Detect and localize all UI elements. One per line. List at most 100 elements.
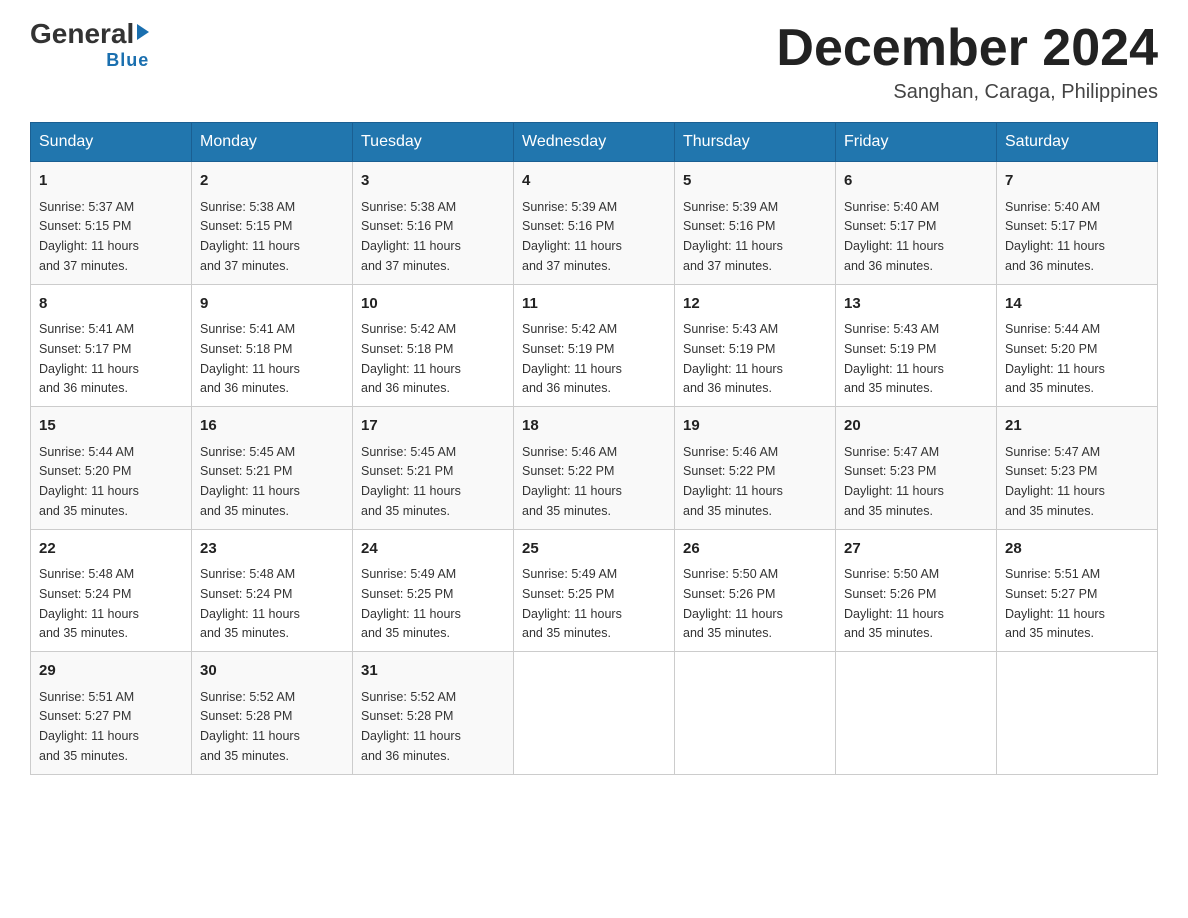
calendar-cell: 3 Sunrise: 5:38 AMSunset: 5:16 PMDayligh… (353, 162, 514, 285)
day-number: 25 (522, 538, 666, 561)
logo-area: General Blue (30, 20, 149, 71)
day-info: Sunrise: 5:44 AMSunset: 5:20 PMDaylight:… (39, 445, 139, 518)
logo-blue-text: Blue (106, 50, 149, 71)
calendar-cell: 25 Sunrise: 5:49 AMSunset: 5:25 PMDaylig… (514, 529, 675, 652)
day-info: Sunrise: 5:47 AMSunset: 5:23 PMDaylight:… (1005, 445, 1105, 518)
day-info: Sunrise: 5:46 AMSunset: 5:22 PMDaylight:… (522, 445, 622, 518)
calendar-cell: 24 Sunrise: 5:49 AMSunset: 5:25 PMDaylig… (353, 529, 514, 652)
header-thursday: Thursday (675, 123, 836, 162)
day-number: 20 (844, 415, 988, 438)
day-info: Sunrise: 5:47 AMSunset: 5:23 PMDaylight:… (844, 445, 944, 518)
calendar-cell: 28 Sunrise: 5:51 AMSunset: 5:27 PMDaylig… (997, 529, 1158, 652)
day-info: Sunrise: 5:45 AMSunset: 5:21 PMDaylight:… (200, 445, 300, 518)
header-tuesday: Tuesday (353, 123, 514, 162)
logo-general-text: General (30, 20, 134, 48)
calendar-cell: 20 Sunrise: 5:47 AMSunset: 5:23 PMDaylig… (836, 407, 997, 530)
location-subtitle: Sanghan, Caraga, Philippines (776, 81, 1158, 104)
day-number: 4 (522, 170, 666, 193)
day-info: Sunrise: 5:51 AMSunset: 5:27 PMDaylight:… (39, 690, 139, 763)
day-number: 29 (39, 660, 183, 683)
day-info: Sunrise: 5:41 AMSunset: 5:18 PMDaylight:… (200, 322, 300, 395)
calendar-cell: 11 Sunrise: 5:42 AMSunset: 5:19 PMDaylig… (514, 284, 675, 407)
day-number: 1 (39, 170, 183, 193)
calendar-cell: 12 Sunrise: 5:43 AMSunset: 5:19 PMDaylig… (675, 284, 836, 407)
day-number: 21 (1005, 415, 1149, 438)
day-number: 18 (522, 415, 666, 438)
calendar-cell (836, 652, 997, 775)
calendar-week-row: 8 Sunrise: 5:41 AMSunset: 5:17 PMDayligh… (31, 284, 1158, 407)
day-number: 9 (200, 293, 344, 316)
header-monday: Monday (192, 123, 353, 162)
calendar-cell: 16 Sunrise: 5:45 AMSunset: 5:21 PMDaylig… (192, 407, 353, 530)
day-number: 6 (844, 170, 988, 193)
day-number: 15 (39, 415, 183, 438)
day-info: Sunrise: 5:38 AMSunset: 5:15 PMDaylight:… (200, 200, 300, 273)
day-info: Sunrise: 5:37 AMSunset: 5:15 PMDaylight:… (39, 200, 139, 273)
day-info: Sunrise: 5:49 AMSunset: 5:25 PMDaylight:… (522, 567, 622, 640)
day-number: 19 (683, 415, 827, 438)
day-info: Sunrise: 5:40 AMSunset: 5:17 PMDaylight:… (844, 200, 944, 273)
day-info: Sunrise: 5:45 AMSunset: 5:21 PMDaylight:… (361, 445, 461, 518)
day-info: Sunrise: 5:51 AMSunset: 5:27 PMDaylight:… (1005, 567, 1105, 640)
calendar-week-row: 15 Sunrise: 5:44 AMSunset: 5:20 PMDaylig… (31, 407, 1158, 530)
calendar-cell: 21 Sunrise: 5:47 AMSunset: 5:23 PMDaylig… (997, 407, 1158, 530)
calendar-cell: 19 Sunrise: 5:46 AMSunset: 5:22 PMDaylig… (675, 407, 836, 530)
day-info: Sunrise: 5:50 AMSunset: 5:26 PMDaylight:… (844, 567, 944, 640)
day-info: Sunrise: 5:52 AMSunset: 5:28 PMDaylight:… (361, 690, 461, 763)
calendar-cell: 31 Sunrise: 5:52 AMSunset: 5:28 PMDaylig… (353, 652, 514, 775)
day-number: 23 (200, 538, 344, 561)
day-info: Sunrise: 5:42 AMSunset: 5:19 PMDaylight:… (522, 322, 622, 395)
month-title: December 2024 (776, 20, 1158, 77)
day-info: Sunrise: 5:43 AMSunset: 5:19 PMDaylight:… (683, 322, 783, 395)
day-number: 10 (361, 293, 505, 316)
calendar-cell: 14 Sunrise: 5:44 AMSunset: 5:20 PMDaylig… (997, 284, 1158, 407)
calendar-cell: 17 Sunrise: 5:45 AMSunset: 5:21 PMDaylig… (353, 407, 514, 530)
title-area: December 2024 Sanghan, Caraga, Philippin… (776, 20, 1158, 104)
calendar-header-row: SundayMondayTuesdayWednesdayThursdayFrid… (31, 123, 1158, 162)
day-number: 3 (361, 170, 505, 193)
day-number: 24 (361, 538, 505, 561)
day-number: 14 (1005, 293, 1149, 316)
calendar-cell: 5 Sunrise: 5:39 AMSunset: 5:16 PMDayligh… (675, 162, 836, 285)
calendar-cell: 13 Sunrise: 5:43 AMSunset: 5:19 PMDaylig… (836, 284, 997, 407)
calendar-week-row: 29 Sunrise: 5:51 AMSunset: 5:27 PMDaylig… (31, 652, 1158, 775)
calendar-cell: 9 Sunrise: 5:41 AMSunset: 5:18 PMDayligh… (192, 284, 353, 407)
calendar-cell: 18 Sunrise: 5:46 AMSunset: 5:22 PMDaylig… (514, 407, 675, 530)
calendar-cell (514, 652, 675, 775)
day-number: 30 (200, 660, 344, 683)
calendar-cell: 23 Sunrise: 5:48 AMSunset: 5:24 PMDaylig… (192, 529, 353, 652)
header-wednesday: Wednesday (514, 123, 675, 162)
calendar-cell (675, 652, 836, 775)
calendar-cell: 4 Sunrise: 5:39 AMSunset: 5:16 PMDayligh… (514, 162, 675, 285)
calendar-cell: 27 Sunrise: 5:50 AMSunset: 5:26 PMDaylig… (836, 529, 997, 652)
day-info: Sunrise: 5:52 AMSunset: 5:28 PMDaylight:… (200, 690, 300, 763)
day-number: 12 (683, 293, 827, 316)
logo-arrow-icon (137, 24, 149, 40)
day-info: Sunrise: 5:39 AMSunset: 5:16 PMDaylight:… (683, 200, 783, 273)
day-info: Sunrise: 5:38 AMSunset: 5:16 PMDaylight:… (361, 200, 461, 273)
calendar-cell: 30 Sunrise: 5:52 AMSunset: 5:28 PMDaylig… (192, 652, 353, 775)
page-header: General Blue December 2024 Sanghan, Cara… (30, 20, 1158, 104)
day-info: Sunrise: 5:41 AMSunset: 5:17 PMDaylight:… (39, 322, 139, 395)
calendar-cell: 2 Sunrise: 5:38 AMSunset: 5:15 PMDayligh… (192, 162, 353, 285)
day-info: Sunrise: 5:50 AMSunset: 5:26 PMDaylight:… (683, 567, 783, 640)
calendar-cell: 22 Sunrise: 5:48 AMSunset: 5:24 PMDaylig… (31, 529, 192, 652)
day-info: Sunrise: 5:48 AMSunset: 5:24 PMDaylight:… (200, 567, 300, 640)
calendar-week-row: 22 Sunrise: 5:48 AMSunset: 5:24 PMDaylig… (31, 529, 1158, 652)
header-friday: Friday (836, 123, 997, 162)
day-number: 27 (844, 538, 988, 561)
day-info: Sunrise: 5:48 AMSunset: 5:24 PMDaylight:… (39, 567, 139, 640)
calendar-table: SundayMondayTuesdayWednesdayThursdayFrid… (30, 122, 1158, 775)
day-info: Sunrise: 5:46 AMSunset: 5:22 PMDaylight:… (683, 445, 783, 518)
day-info: Sunrise: 5:40 AMSunset: 5:17 PMDaylight:… (1005, 200, 1105, 273)
calendar-cell: 29 Sunrise: 5:51 AMSunset: 5:27 PMDaylig… (31, 652, 192, 775)
calendar-cell (997, 652, 1158, 775)
header-saturday: Saturday (997, 123, 1158, 162)
calendar-cell: 8 Sunrise: 5:41 AMSunset: 5:17 PMDayligh… (31, 284, 192, 407)
calendar-cell: 15 Sunrise: 5:44 AMSunset: 5:20 PMDaylig… (31, 407, 192, 530)
day-info: Sunrise: 5:39 AMSunset: 5:16 PMDaylight:… (522, 200, 622, 273)
day-number: 31 (361, 660, 505, 683)
day-info: Sunrise: 5:49 AMSunset: 5:25 PMDaylight:… (361, 567, 461, 640)
day-number: 17 (361, 415, 505, 438)
header-sunday: Sunday (31, 123, 192, 162)
